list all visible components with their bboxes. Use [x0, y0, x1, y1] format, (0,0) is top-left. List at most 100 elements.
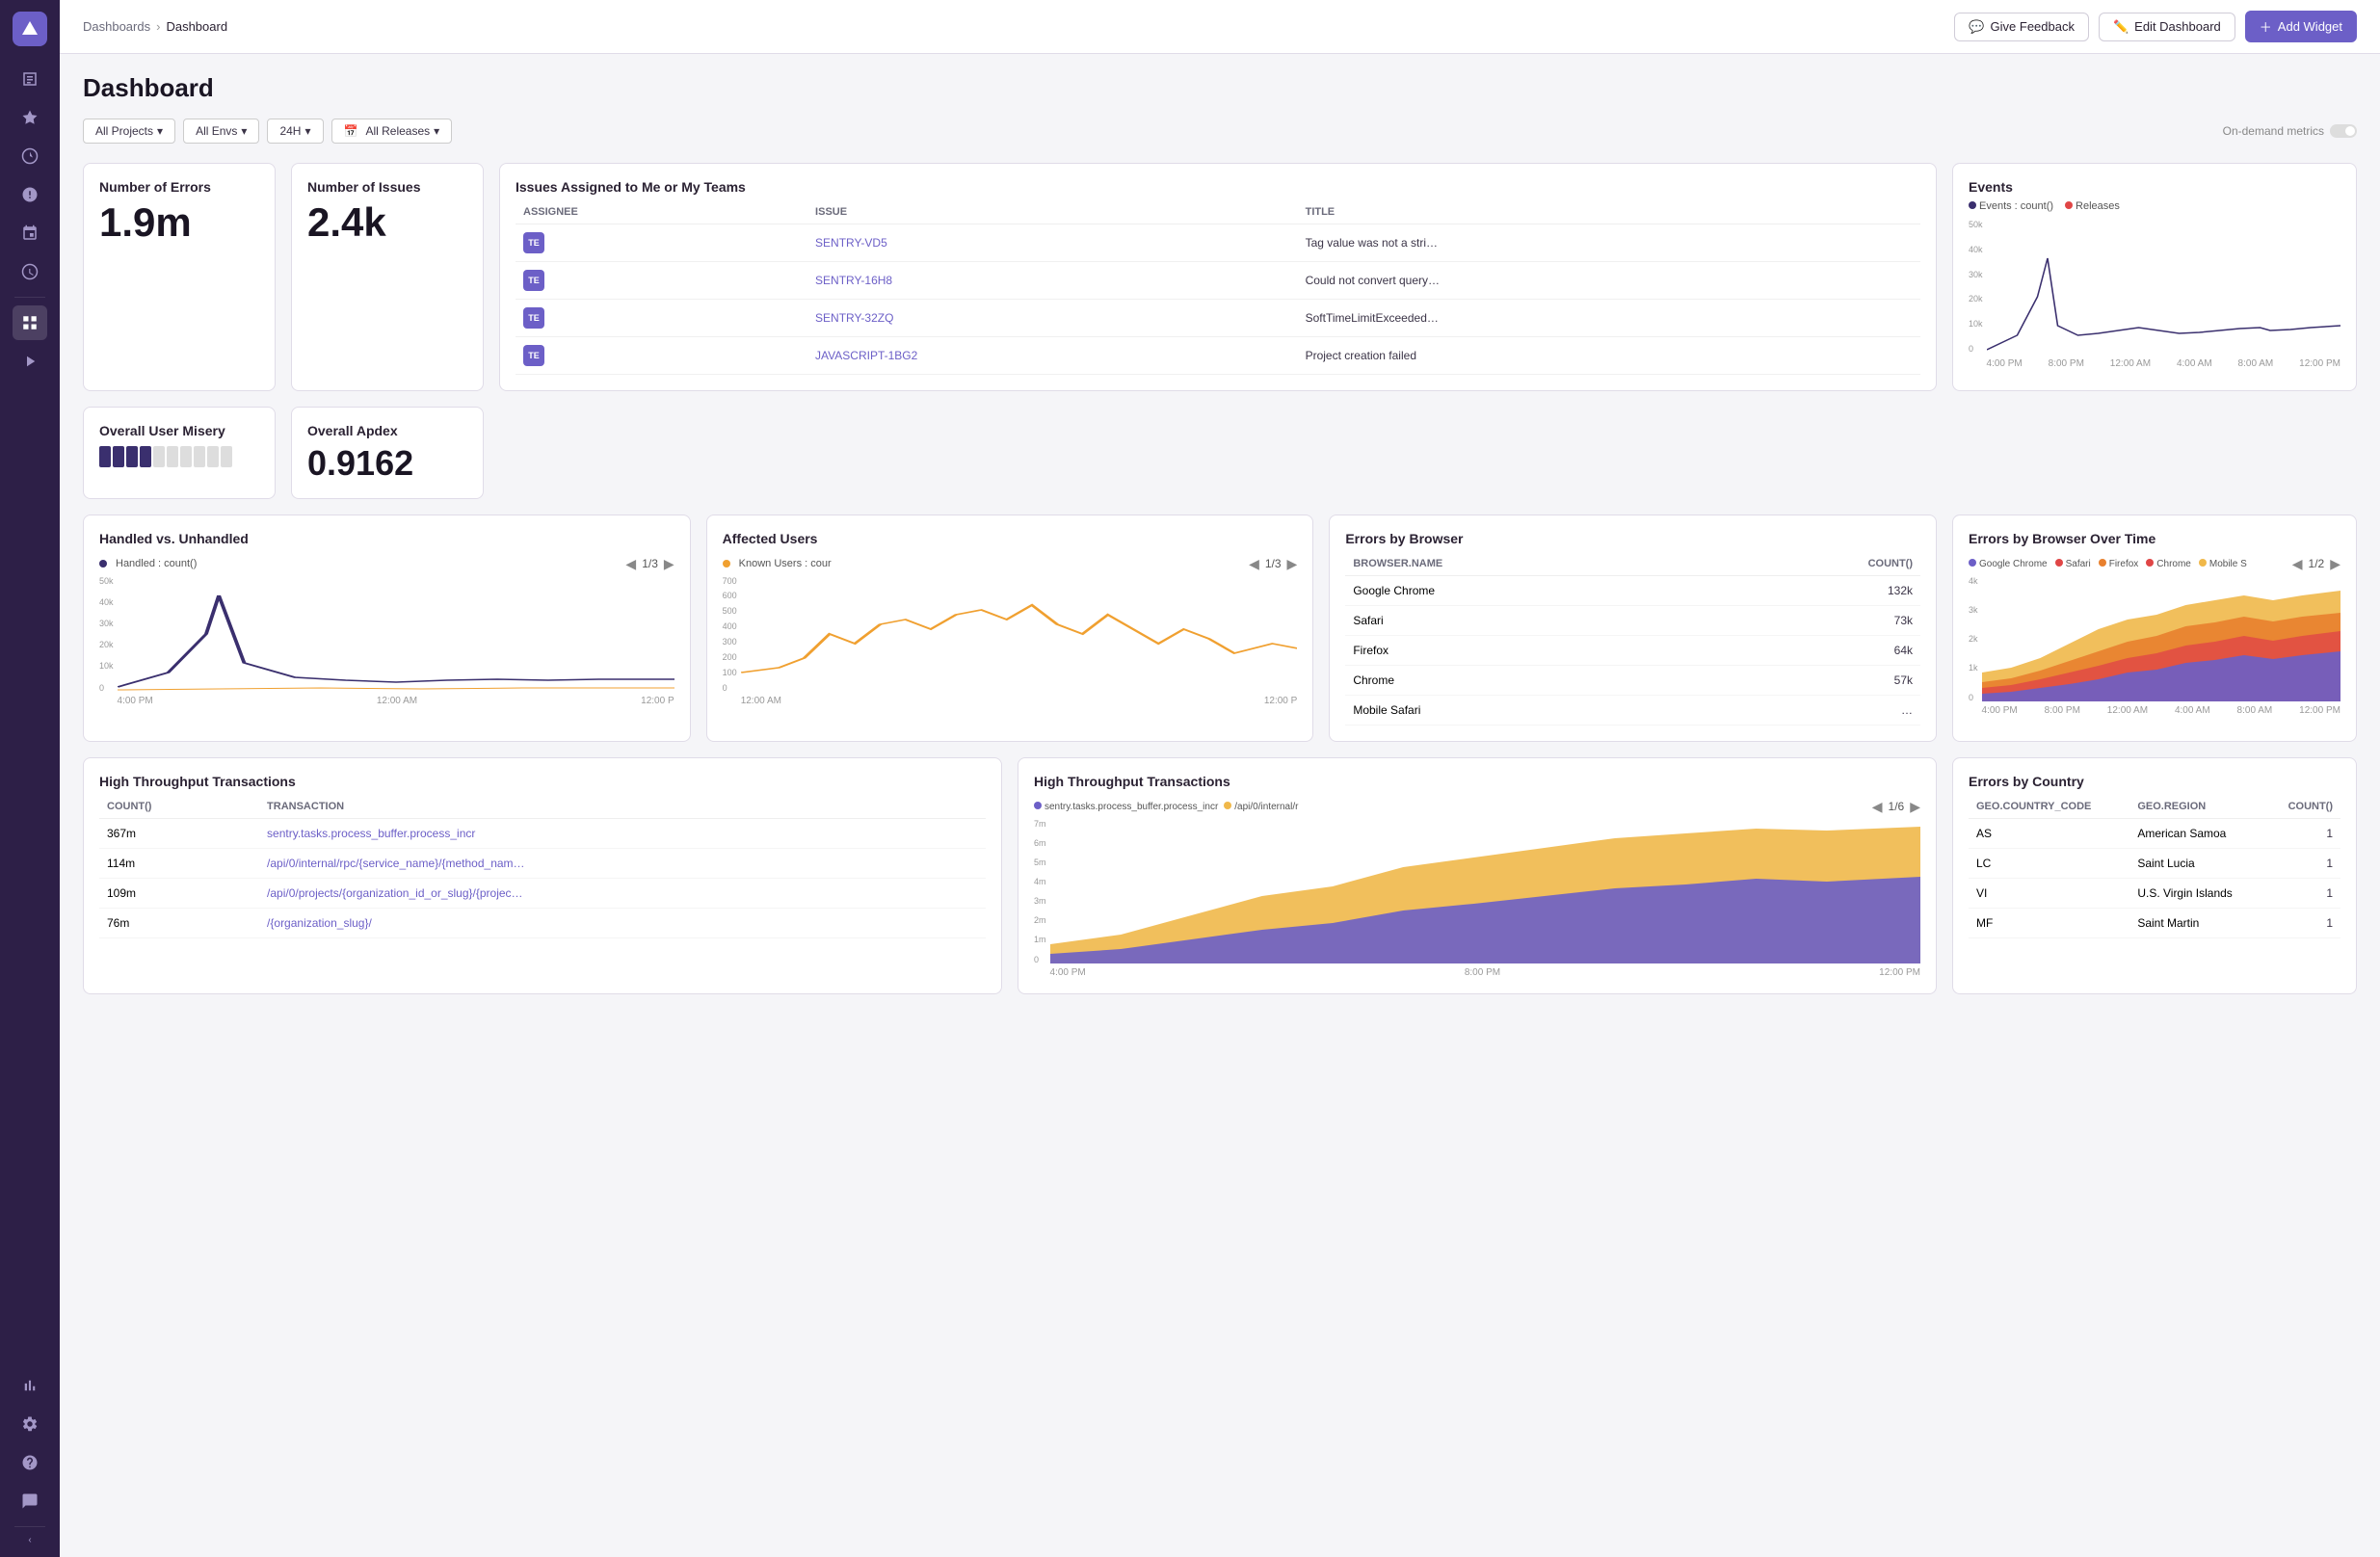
give-feedback-button[interactable]: 💬 Give Feedback — [1954, 13, 2089, 41]
avatar: TE — [523, 232, 544, 253]
sidebar-item-help[interactable] — [13, 1445, 47, 1480]
sidebar-item-issues[interactable] — [13, 62, 47, 96]
title-cell: Project creation failed — [1298, 337, 1920, 375]
prev-btn[interactable]: ◀ — [2292, 556, 2303, 572]
filter-releases[interactable]: 📅All Releases ▾ — [331, 119, 453, 144]
breadcrumb: Dashboards › Dashboard — [83, 19, 227, 34]
transaction-link[interactable]: /{organization_slug}/ — [267, 916, 372, 930]
avatar: TE — [523, 345, 544, 366]
handled-chart: 4:00 PM12:00 AM12:00 P — [118, 576, 674, 706]
table-row: LC Saint Lucia 1 — [1969, 848, 2340, 878]
prev-btn[interactable]: ◀ — [1872, 799, 1883, 815]
issue-link[interactable]: JAVASCRIPT-1BG2 — [815, 349, 917, 362]
widget-errors-by-country: Errors by Country GEO.COUNTRY_CODE GEO.R… — [1952, 757, 2357, 994]
sidebar-item-performance[interactable] — [13, 100, 47, 135]
table-row: 76m /{organization_slug}/ — [99, 908, 986, 937]
row-2: Handled vs. Unhandled Handled : count() … — [83, 515, 2357, 742]
on-demand-toggle[interactable] — [2330, 124, 2357, 138]
widget-high-throughput-chart: High Throughput Transactions sentry.task… — [1018, 757, 1937, 994]
browser-count: 73k — [1711, 605, 1920, 635]
throughput-x-axis: 4:00 PM8:00 PM12:00 PM — [1050, 967, 1920, 978]
sidebar-item-stats[interactable] — [13, 1368, 47, 1403]
country-count: 1 — [2266, 878, 2340, 908]
filter-envs[interactable]: All Envs ▾ — [183, 119, 259, 144]
feedback-icon: 💬 — [1969, 19, 1984, 35]
filter-projects[interactable]: All Projects ▾ — [83, 119, 175, 144]
country-code: AS — [1969, 818, 2129, 848]
country-count: 1 — [2266, 908, 2340, 937]
country-count: 1 — [2266, 818, 2340, 848]
users-x-axis: 12:00 AM12:00 P — [741, 696, 1298, 706]
col-issue: ISSUE — [807, 200, 1298, 224]
browser-time-pagination: ◀ 1/2 ▶ — [2292, 556, 2340, 572]
issue-link[interactable]: SENTRY-16H8 — [815, 274, 892, 287]
widget-errors-by-browser: Errors by Browser BROWSER.NAME COUNT() G… — [1329, 515, 1937, 742]
browser-time-y-axis: 4k3k2k1k0 — [1969, 576, 1978, 716]
edit-dashboard-button[interactable]: ✏️ Edit Dashboard — [2099, 13, 2235, 41]
misery-bar — [99, 446, 259, 467]
dashboard-grid: Number of Errors 1.9m Number of Issues 2… — [83, 163, 2357, 994]
col-transaction: TRANSACTION — [259, 795, 986, 819]
sidebar-item-replays[interactable] — [13, 344, 47, 379]
issue-cell: SENTRY-16H8 — [807, 262, 1298, 300]
col-assignee: ASSIGNEE — [516, 200, 807, 224]
table-row: AS American Samoa 1 — [1969, 818, 2340, 848]
sidebar-item-releases[interactable] — [13, 216, 47, 251]
throughput-y-axis: 7m6m5m4m3m2m1m0 — [1034, 819, 1046, 978]
sidebar: ‹ — [0, 0, 60, 1557]
throughput-legend: sentry.tasks.process_buffer.process_incr… — [1034, 799, 1920, 815]
next-btn[interactable]: ▶ — [1910, 799, 1920, 815]
title-cell: Tag value was not a stri… — [1298, 224, 1920, 262]
title-cell: Could not convert query… — [1298, 262, 1920, 300]
country-region: American Samoa — [2129, 818, 2266, 848]
widget-number-of-errors: Number of Errors 1.9m — [83, 163, 276, 391]
filter-time[interactable]: 24H ▾ — [267, 119, 323, 144]
add-widget-button[interactable]: ＋ Add Widget — [2245, 11, 2357, 42]
issue-cell: SENTRY-32ZQ — [807, 300, 1298, 337]
issue-link[interactable]: SENTRY-32ZQ — [815, 311, 893, 325]
events-x-axis: 4:00 PM8:00 PM12:00 AM4:00 AM8:00 AM12:0… — [1987, 358, 2340, 369]
widget-errors-browser-time: Errors by Browser Over Time Google Chrom… — [1952, 515, 2357, 742]
next-btn[interactable]: ▶ — [664, 556, 674, 572]
sentry-logo[interactable] — [13, 12, 47, 46]
issue-link[interactable]: SENTRY-VD5 — [815, 236, 887, 250]
tx-name: sentry.tasks.process_buffer.process_incr — [259, 818, 986, 848]
browser-count: 64k — [1711, 635, 1920, 665]
main-content: Dashboards › Dashboard 💬 Give Feedback ✏… — [60, 0, 2380, 1557]
sidebar-item-broadcast[interactable] — [13, 1484, 47, 1518]
tx-count: 109m — [99, 878, 259, 908]
row-3: High Throughput Transactions COUNT() TRA… — [83, 757, 2357, 994]
sidebar-item-monitor[interactable] — [13, 254, 47, 289]
browser-name: Chrome — [1345, 665, 1710, 695]
table-row: TE SENTRY-32ZQ SoftTimeLimitExceeded… — [516, 300, 1920, 337]
next-btn[interactable]: ▶ — [2330, 556, 2340, 572]
transaction-link[interactable]: /api/0/projects/{organization_id_or_slug… — [267, 886, 523, 900]
tx-name: /api/0/projects/{organization_id_or_slug… — [259, 878, 986, 908]
browser-name: Mobile Safari — [1345, 695, 1710, 725]
title-cell: SoftTimeLimitExceeded… — [1298, 300, 1920, 337]
prev-btn[interactable]: ◀ — [1249, 556, 1259, 572]
country-code: MF — [1969, 908, 2129, 937]
sidebar-item-settings[interactable] — [13, 1407, 47, 1441]
sidebar-item-dashboards[interactable] — [13, 305, 47, 340]
country-count: 1 — [2266, 848, 2340, 878]
next-btn[interactable]: ▶ — [1287, 556, 1298, 572]
table-row: 109m /api/0/projects/{organization_id_or… — [99, 878, 986, 908]
browser-table: BROWSER.NAME COUNT() Google Chrome 132k … — [1345, 552, 1920, 726]
sidebar-collapse[interactable]: ‹ — [28, 1535, 31, 1545]
users-chart: 12:00 AM12:00 P — [741, 576, 1298, 706]
sidebar-item-alerts[interactable] — [13, 177, 47, 212]
transaction-link[interactable]: sentry.tasks.process_buffer.process_incr — [267, 827, 475, 840]
col-region: GEO.REGION — [2129, 795, 2266, 819]
transaction-link[interactable]: /api/0/internal/rpc/{service_name}/{meth… — [267, 857, 525, 870]
table-row: Mobile Safari … — [1345, 695, 1920, 725]
widget-number-of-issues: Number of Issues 2.4k — [291, 163, 484, 391]
metric-errors-value: 1.9m — [99, 200, 259, 245]
prev-btn[interactable]: ◀ — [625, 556, 636, 572]
table-row: Google Chrome 132k — [1345, 575, 1920, 605]
sidebar-item-discover[interactable] — [13, 139, 47, 173]
browser-name: Firefox — [1345, 635, 1710, 665]
widget-events: Events Events : count() Releases 50k40k3… — [1952, 163, 2357, 391]
breadcrumb-parent[interactable]: Dashboards — [83, 19, 150, 34]
browser-name: Google Chrome — [1345, 575, 1710, 605]
